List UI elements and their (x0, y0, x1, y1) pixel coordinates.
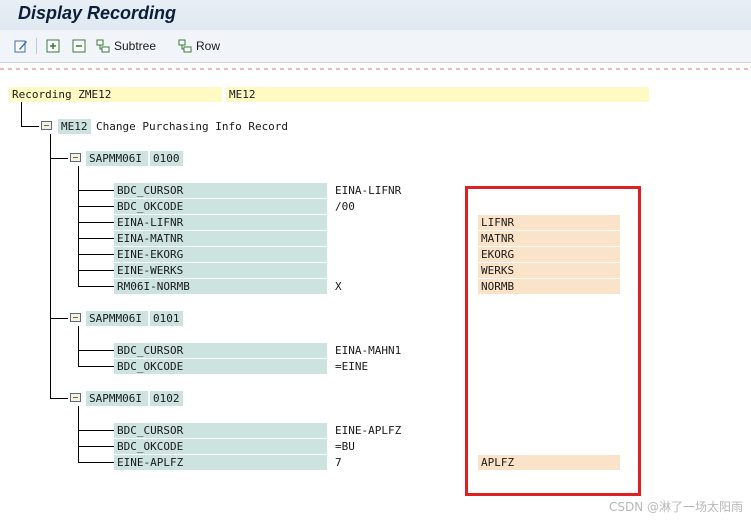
tree-line (78, 222, 114, 223)
tree-line (50, 134, 51, 398)
folder-node-icon (70, 393, 81, 402)
field-name[interactable]: BDC_OKCODE (114, 359, 327, 374)
field-value[interactable]: =EINE (332, 359, 462, 374)
screen-dynpro[interactable]: 0100 (150, 151, 183, 166)
field-name[interactable]: EINA-LIFNR (114, 215, 327, 230)
field-name[interactable]: EINA-MATNR (114, 231, 327, 246)
subtree-label: Subtree (114, 39, 157, 53)
collapse-icon (72, 39, 86, 53)
tree-line (78, 206, 114, 207)
row-label: Row (196, 39, 221, 53)
tree-line (78, 286, 114, 287)
tree-line (78, 430, 114, 431)
tree-line (78, 462, 114, 463)
field-value[interactable] (332, 263, 462, 278)
field-value[interactable]: =BU (332, 439, 462, 454)
field-name[interactable]: BDC_CURSOR (114, 183, 327, 198)
expand-all-button[interactable] (46, 37, 60, 55)
tree-line (78, 366, 114, 367)
tree-line (78, 326, 79, 366)
screen-program[interactable]: SAPMM06I (86, 311, 148, 326)
tree-line (78, 166, 79, 286)
field-value[interactable]: 7 (332, 455, 462, 470)
field-name[interactable]: BDC_CURSOR (114, 423, 327, 438)
row-icon (178, 39, 192, 53)
field-value[interactable]: EINA-LIFNR (332, 183, 462, 198)
screen-program[interactable]: SAPMM06I (86, 151, 148, 166)
tree-line (21, 126, 39, 127)
field-value[interactable]: /00 (332, 199, 462, 214)
screen-dynpro[interactable]: 0101 (150, 311, 183, 326)
application-toolbar: Subtree Row (0, 30, 751, 63)
tree-line (78, 238, 114, 239)
tree-line (78, 406, 79, 462)
field-name[interactable]: BDC_OKCODE (114, 439, 327, 454)
change-mode-icon (14, 39, 28, 53)
folder-node-icon (70, 153, 81, 162)
watermark: CSDN @淋了一场太阳雨 (608, 500, 743, 514)
field-value[interactable]: X (332, 279, 462, 294)
field-value[interactable] (332, 215, 462, 230)
page-title: Display Recording (18, 3, 177, 23)
subtree-button[interactable]: Subtree (96, 37, 156, 55)
collapse-all-button[interactable] (72, 37, 86, 55)
title-bar: Display Recording (0, 0, 751, 30)
transaction-description: Change Purchasing Info Record (96, 120, 289, 133)
recording-label[interactable]: Recording ZME12 (9, 87, 222, 102)
tree-line (78, 270, 114, 271)
tree-line (50, 318, 68, 319)
tree-line (21, 102, 22, 127)
screen-dynpro[interactable]: 0102 (150, 391, 183, 406)
tree-line (50, 158, 68, 159)
tree-line (78, 350, 114, 351)
change-mode-button[interactable] (14, 37, 28, 55)
transaction-code[interactable]: ME12 (58, 119, 91, 134)
field-name[interactable]: BDC_OKCODE (114, 199, 327, 214)
toolbar-separator (36, 38, 37, 54)
recording-value[interactable]: ME12 (226, 87, 649, 102)
field-name[interactable]: EINE-APLFZ (114, 455, 327, 470)
folder-node-icon (70, 313, 81, 322)
tree-line (78, 190, 114, 191)
field-value[interactable]: EINA-MAHN1 (332, 343, 462, 358)
field-value[interactable] (332, 247, 462, 262)
folder-node-icon (41, 121, 52, 130)
tree-line (78, 446, 114, 447)
highlight-box (465, 186, 641, 496)
field-name[interactable]: BDC_CURSOR (114, 343, 327, 358)
tree-line (78, 254, 114, 255)
field-value[interactable]: EINE-APLFZ (332, 423, 462, 438)
expand-icon (46, 39, 60, 53)
tree-line (50, 398, 68, 399)
field-name[interactable]: EINE-WERKS (114, 263, 327, 278)
subtree-icon (96, 39, 110, 53)
field-value[interactable] (332, 231, 462, 246)
field-name[interactable]: RM06I-NORMB (114, 279, 327, 294)
row-button[interactable]: Row (178, 37, 220, 55)
screen-program[interactable]: SAPMM06I (86, 391, 148, 406)
field-name[interactable]: EINE-EKORG (114, 247, 327, 262)
